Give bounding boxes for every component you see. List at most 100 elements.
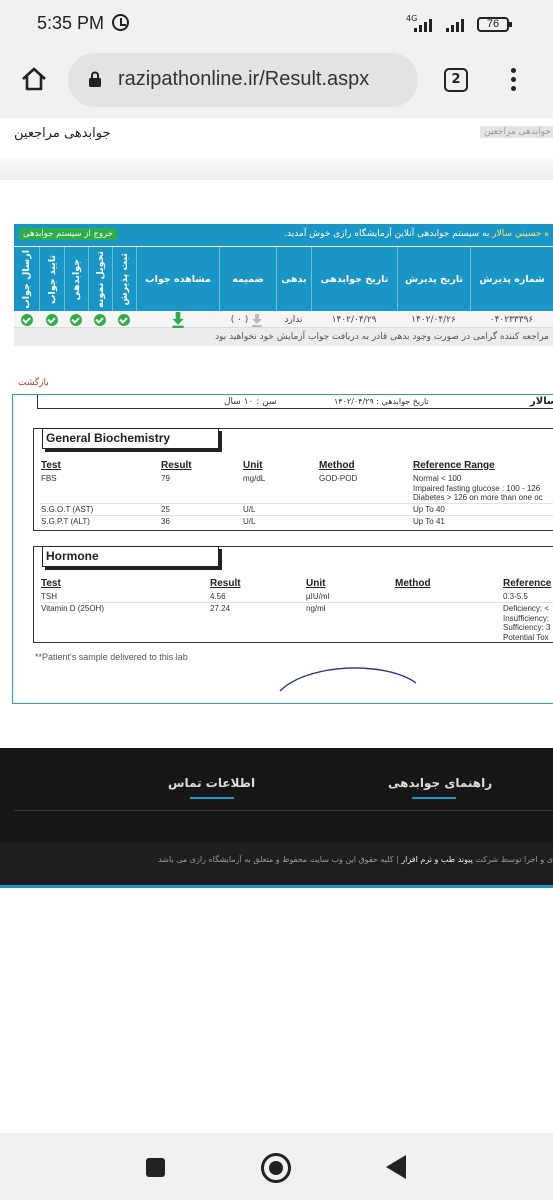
report-patient-header: سن : ۱۰ سال تاريخ جوابدهي : ۱۴۰۲/۰۴/۲۹ ح… (37, 395, 553, 409)
download-result-icon[interactable] (170, 311, 186, 328)
cell-reception-no: ۰۴۰۲۳۳۳۹۶ (489, 314, 534, 325)
test-reference: Up To 40 (413, 505, 445, 514)
welcome-text: به سیستم جوابدهی آنلاین آزمایشگاه رازی خ… (284, 229, 493, 239)
col-send-response: ارسال جواب (21, 250, 32, 309)
test-unit: ng/ml (306, 604, 326, 613)
test-reference: 0.3-5.5 (503, 592, 528, 601)
header-test: Test (41, 460, 61, 471)
test-method: GOD-POD (319, 474, 358, 483)
test-result: 79 (161, 474, 170, 483)
header-method: Method (319, 460, 355, 471)
test-name: S.G.P.T (ALT) (41, 517, 90, 526)
check-icon (94, 313, 106, 326)
url-text[interactable]: razipathonline.ir/Result.aspx (118, 68, 408, 91)
col-confirm-response: تایید جواب (39, 247, 64, 312)
cell-debt: ندارد (284, 314, 303, 325)
header-result: Result (161, 460, 192, 471)
alarm-icon (112, 14, 129, 31)
signal-icon (414, 18, 440, 32)
col-attachment: ضمیمه (219, 247, 276, 312)
back-button[interactable] (386, 1155, 406, 1179)
hormone-section: Hormone Test Result Unit Method Referenc… (33, 546, 553, 643)
welcome-bar: ه حسيني سالار به سیستم جوابدهی آنلاین آز… (14, 224, 553, 246)
test-result: 4.56 (210, 592, 226, 601)
attachment-download-icon[interactable] (250, 313, 264, 327)
test-result: 27.24 (210, 604, 231, 613)
header-unit: Unit (243, 460, 263, 471)
col-response-date: تاریخ جوابدهی (311, 247, 397, 312)
guide-underline (412, 797, 456, 799)
test-name: Vitamin D (25OH) (41, 604, 104, 613)
cell-attachment: ( ۰ ) (219, 311, 276, 328)
test-reference: Normal < 100 Impaired fasting glucose : 1… (413, 474, 543, 502)
test-unit: U/L (243, 505, 256, 514)
overflow-menu-icon[interactable] (508, 68, 518, 94)
signal-icon-2 (446, 18, 472, 32)
header-result: Result (210, 578, 241, 589)
cell-delivery-check (88, 311, 112, 328)
cell-response-check (64, 311, 88, 328)
check-icon (45, 313, 58, 326)
col-reception-no: شماره پذیرش (470, 247, 553, 312)
table-row: ۰۴۰۲۳۳۳۹۶ ۱۴۰۲/۰۴/۲۶ ۱۴۰۲/۰۴/۲۹ ندارد ( … (14, 311, 553, 328)
test-name: S.G.O.T (AST) (41, 505, 94, 514)
report-date: تاريخ جوابدهي : ۱۴۰۲/۰۴/۲۹ (334, 397, 429, 406)
col-view-result: مشاهده جواب (136, 247, 219, 312)
system-nav-bar (0, 1133, 553, 1200)
cell-register-check (112, 311, 136, 328)
col-sample-delivery: تحویل نمونه (88, 247, 112, 312)
status-bar: 5:35 PM 4G 76 (0, 0, 553, 48)
report-patient-name: حسیني سالار (530, 396, 553, 407)
status-time: 5:35 PM (37, 13, 105, 33)
patient-name: ه حسيني سالار (492, 229, 549, 239)
header-test: Test (41, 578, 61, 589)
home-button[interactable] (261, 1153, 291, 1183)
footer-contact-title[interactable]: اطلاعات تماس (168, 776, 255, 790)
cell-response-date: ۱۴۰۲/۰۴/۲۹ (331, 314, 377, 325)
company-link[interactable]: پیوند طب و نرم افزار (401, 855, 473, 864)
test-reference: Up To 41 (413, 517, 445, 526)
home-icon[interactable] (20, 66, 48, 92)
header-unit: Unit (306, 578, 326, 589)
copyright-bar: ی و اجرا توسط شرکت پیوند طب و نرم افزار … (0, 842, 553, 888)
check-icon (70, 313, 82, 326)
lab-report: سن : ۱۰ سال تاريخ جوابدهي : ۱۴۰۲/۰۴/۲۹ ح… (12, 394, 553, 704)
col-reception-date: تاریخ پذیرش (397, 247, 470, 312)
col-response: جوابدهی (64, 247, 88, 312)
breadcrumb[interactable]: جوابدهی مراجعین (480, 126, 553, 138)
copyright-text: ی و اجرا توسط شرکت پیوند طب و نرم افزار … (158, 855, 553, 864)
results-table: ه حسيني سالار به سیستم جوابدهی آنلاین آز… (14, 224, 553, 346)
section-title: General Biochemistry (42, 428, 219, 449)
attachment-count: ( ۰ ) (230, 314, 249, 325)
test-name: TSH (41, 592, 57, 601)
cell-confirm-check (39, 311, 64, 328)
lock-icon (89, 71, 101, 87)
report-footnote: **Patient's sample delivered to this lab (35, 652, 188, 662)
contact-underline (190, 797, 234, 799)
cell-reception-date: ۱۴۰۲/۰۴/۲۶ (411, 314, 456, 325)
header-reference: Reference Range (413, 460, 495, 471)
biochemistry-section: General Biochemistry Test Result Unit Me… (33, 428, 553, 531)
test-unit: µIU/ml (306, 592, 330, 601)
tab-switcher-button[interactable]: 2 (444, 68, 468, 92)
footer-guide-title[interactable]: راهنمای جوابدهی (388, 776, 492, 790)
back-link[interactable]: بازگشت (18, 378, 49, 388)
test-name: FBS (41, 474, 57, 483)
signature-image (279, 667, 417, 692)
header-reference: Reference (503, 578, 552, 589)
col-debt: بدهی (276, 247, 311, 312)
check-icon (20, 313, 33, 326)
test-reference: Deficiency: < Insufficiency: Sufficiency: … (503, 604, 551, 642)
table-header: شماره پذیرش تاریخ پذیرش تاریخ جوابدهی بد… (14, 246, 553, 312)
web-page: جوابدهی مراجعین جوابدهی مراجعین ه حسيني … (0, 118, 553, 1133)
test-unit: U/L (243, 517, 256, 526)
test-unit: mg/dL (243, 474, 266, 483)
header-method: Method (395, 578, 431, 589)
logout-button[interactable]: خروج از سیستم جوابدهی (19, 228, 118, 240)
check-icon (118, 313, 130, 326)
recent-apps-button[interactable] (146, 1158, 165, 1177)
test-result: 36 (161, 517, 170, 526)
welcome-message: ه حسيني سالار به سیستم جوابدهی آنلاین آز… (284, 229, 549, 239)
header-shadow (0, 158, 553, 180)
battery-icon: 76 (477, 17, 512, 32)
